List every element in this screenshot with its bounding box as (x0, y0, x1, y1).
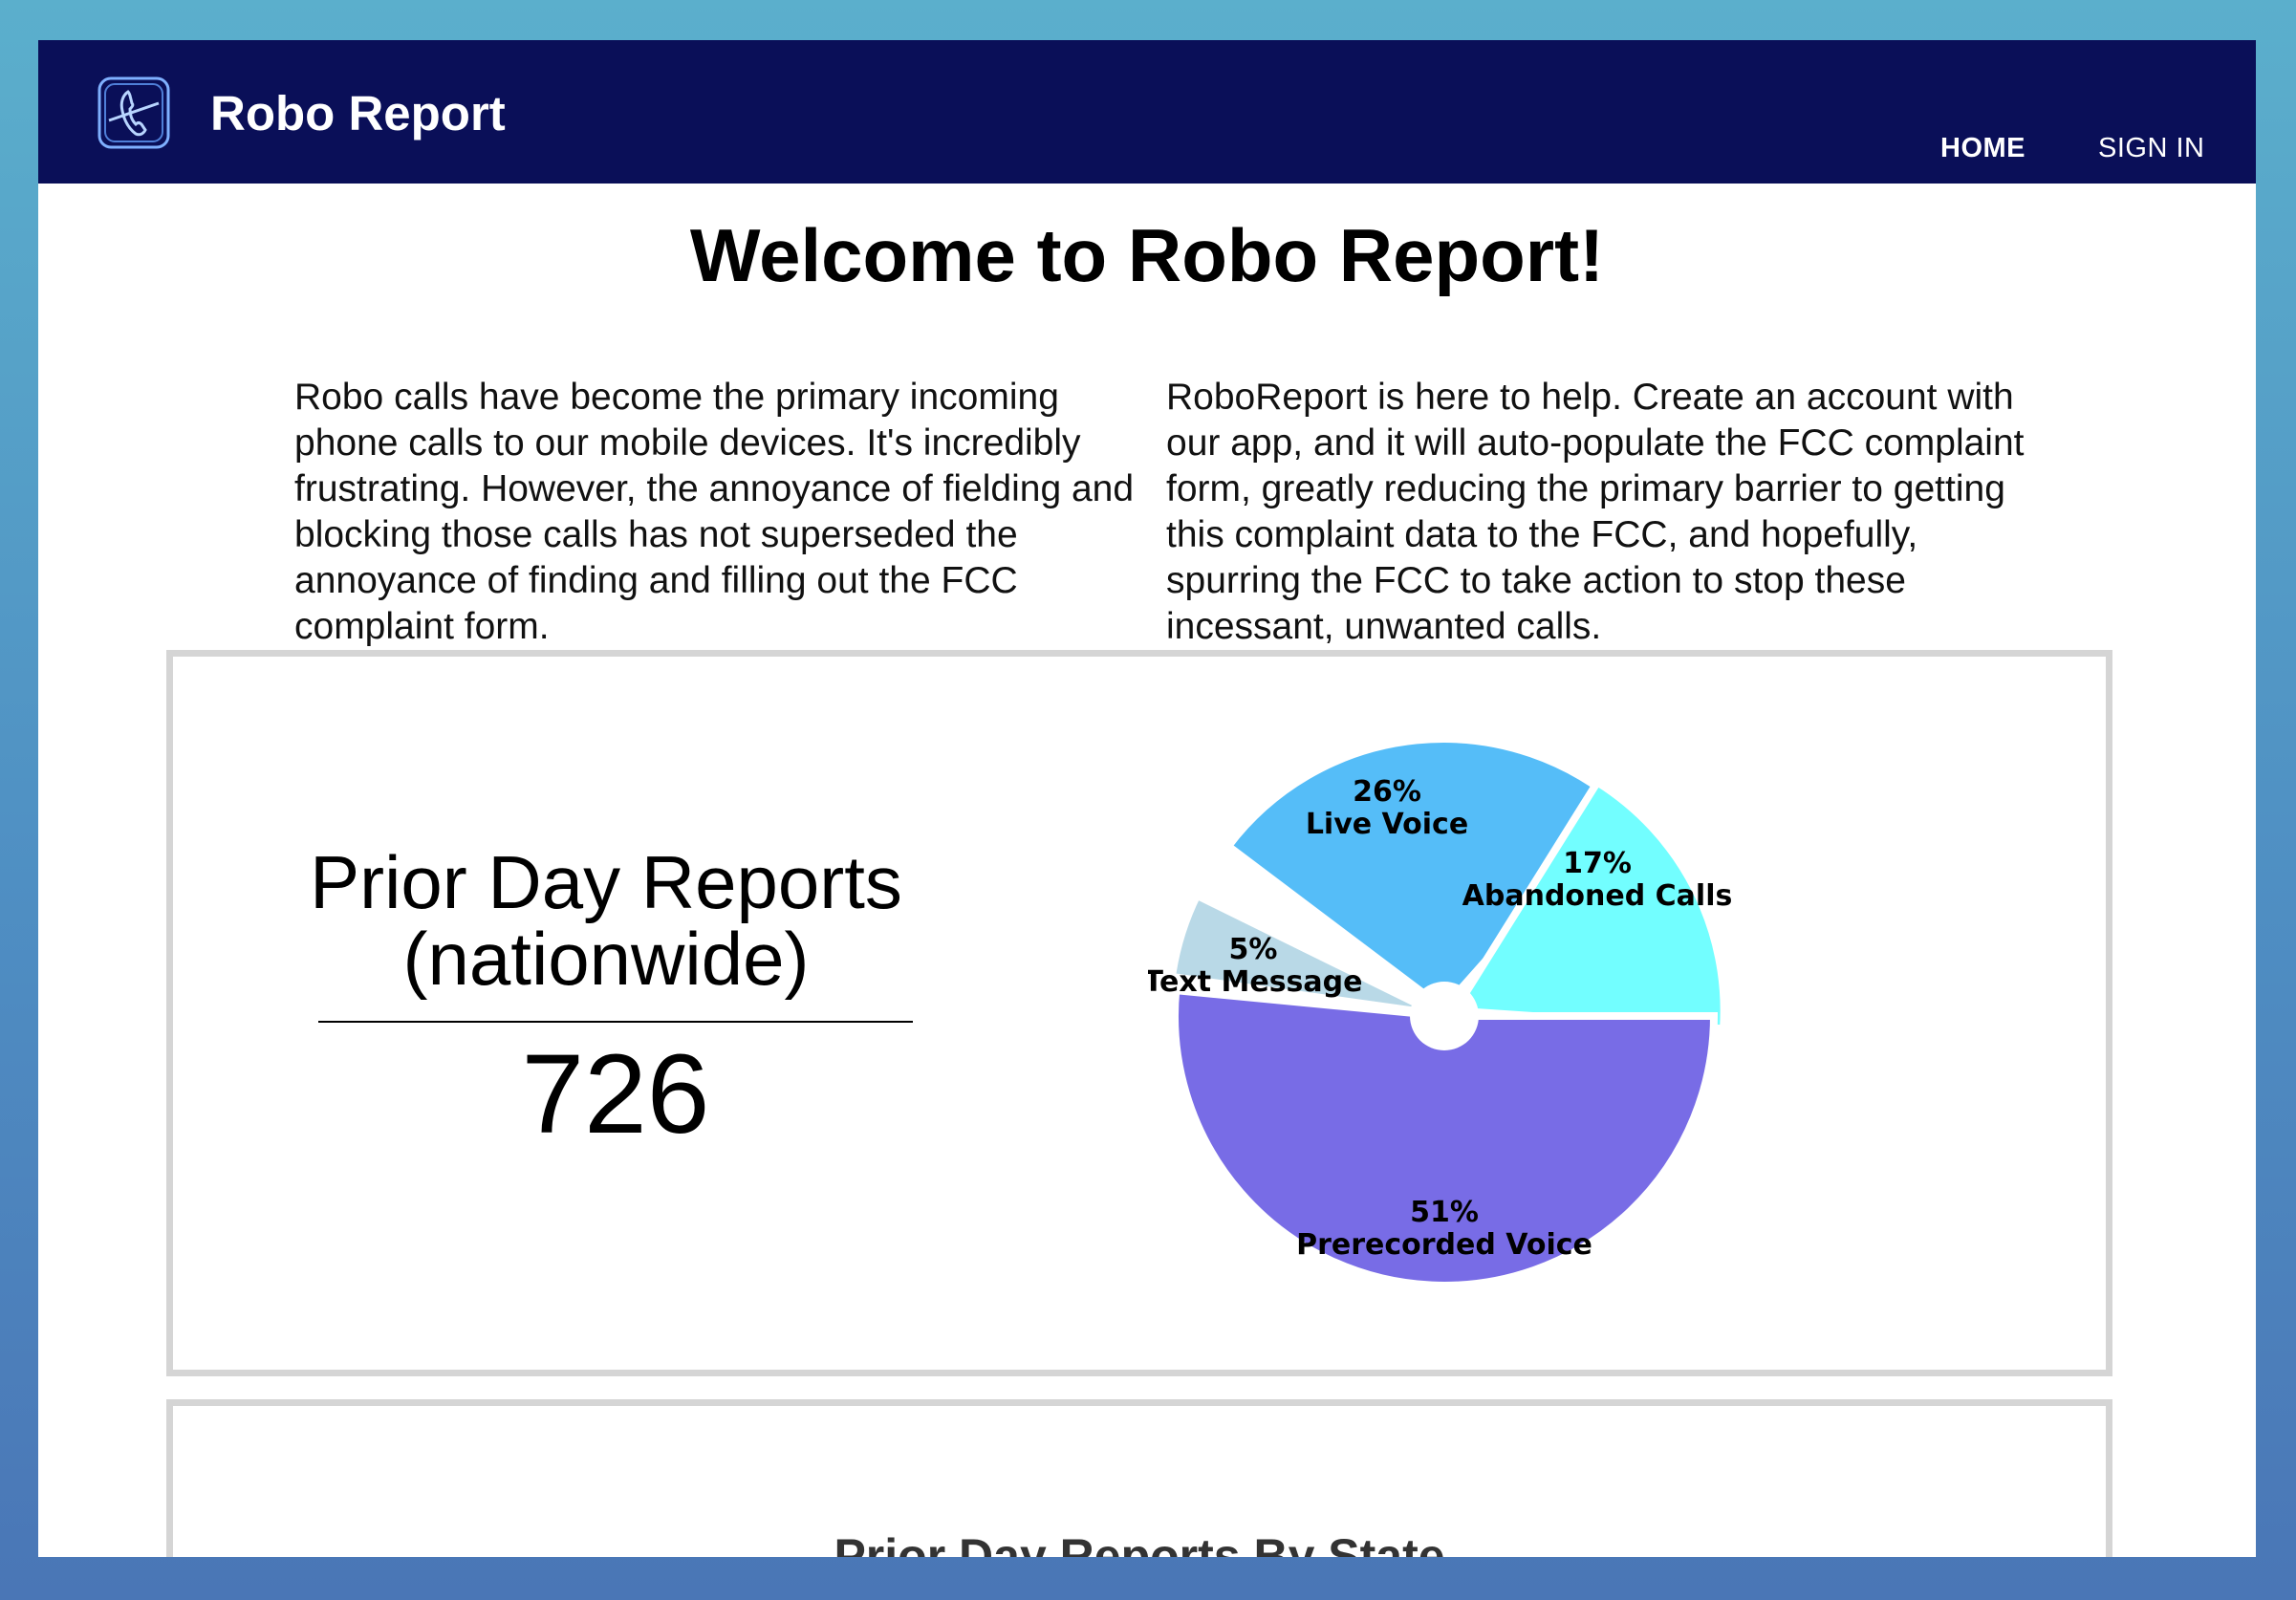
nav-sign-in-link[interactable]: SIGN IN (2098, 133, 2204, 164)
page-title: Welcome to Robo Report! (689, 213, 1605, 297)
nav-home-link[interactable]: HOME (1940, 133, 2025, 164)
pie-category-label: Live Voice (1306, 808, 1468, 841)
prior-day-reports-title: Prior Day Reports (nationwide) (307, 844, 905, 997)
call-type-pie-chart: 26%Live Voice 17%Abandoned Calls 51%Prerec… (1148, 735, 1733, 1289)
pie-percent-label: 51% (1410, 1196, 1479, 1229)
prior-day-reports-title-line-2: (nationwide) (402, 917, 810, 1001)
intro-paragraph-problem: Robo calls have become the primary incom… (294, 377, 1135, 647)
app-title[interactable]: Robo Report (210, 84, 506, 142)
state-reports-title: Prior Day Reports By State (834, 1529, 1445, 1557)
phone-logo-icon[interactable] (96, 75, 172, 151)
metric-divider (318, 1021, 913, 1023)
pie-category-label: Prerecorded Voice (1296, 1228, 1592, 1262)
prior-day-card: Prior Day Reports (nationwide) 726 26% Li… (166, 650, 2112, 1376)
pie-category-label: Text Message (1148, 965, 1362, 999)
pie-center-hole (1410, 982, 1479, 1050)
app-bar: Robo Report HOME SIGN IN (38, 40, 2256, 184)
app-window: Robo Report HOME SIGN IN Welcome to Robo… (38, 40, 2256, 1557)
pie-category-label: Abandoned Calls (1462, 879, 1733, 913)
pie-percent-label: 17% (1563, 847, 1632, 880)
pie-percent-label: 26% (1353, 775, 1421, 809)
pie-percent-label: 5% (1229, 933, 1278, 966)
prior-day-reports-title-line-1: Prior Day Reports (310, 840, 902, 924)
state-reports-card: Prior Day Reports By State (166, 1399, 2112, 1557)
intro-paragraph-solution: RoboReport is here to help. Create an ac… (1166, 377, 2025, 647)
prior-day-report-count: 726 (521, 1031, 710, 1157)
